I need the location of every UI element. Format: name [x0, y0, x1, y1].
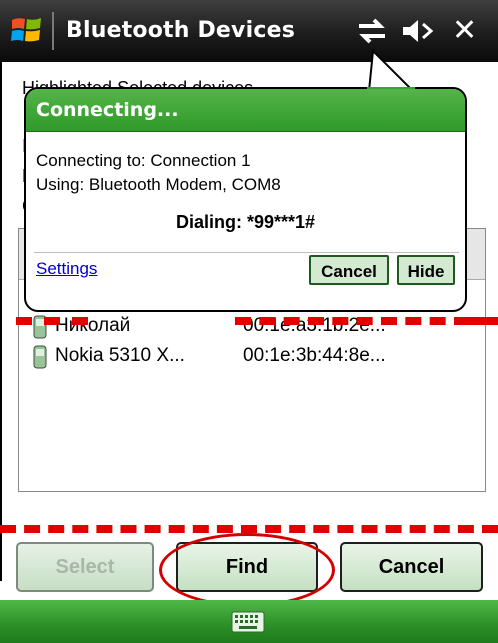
settings-link[interactable]: Settings [36, 259, 97, 279]
phone-icon [33, 345, 47, 369]
annotation-dash-bottom [0, 525, 498, 533]
popup-hide-button[interactable]: Hide [397, 255, 455, 285]
find-button-highlight [159, 533, 335, 607]
connectivity-icon[interactable] [356, 16, 388, 46]
title-separator [52, 12, 54, 50]
using-text: Using: Bluetooth Modem, COM8 [36, 175, 281, 194]
connecting-notification: Connecting... Connecting to: Connection … [24, 49, 467, 312]
connecting-to-text: Connecting to: Connection 1 [36, 151, 251, 170]
title-bar: Bluetooth Devices ✕ [0, 0, 498, 62]
notification-title: Connecting... [36, 99, 179, 121]
notification-divider [34, 252, 459, 253]
device-address: 00:1e:3b:44:8e... [243, 345, 386, 366]
notification-pointer [367, 49, 415, 91]
dialing-text: Dialing: *99***1# [175, 212, 316, 232]
annotation-dash-right [470, 317, 498, 325]
speaker-icon[interactable] [401, 16, 437, 46]
device-name: Nokia 5310 X... [55, 345, 185, 366]
keyboard-icon[interactable] [231, 611, 265, 633]
popup-cancel-button[interactable]: Cancel [309, 255, 389, 285]
list-item[interactable]: Nokia 5310 X... 00:1e:3b:44:8e... [33, 343, 483, 373]
annotation-dash-top-left [16, 317, 88, 325]
close-icon[interactable]: ✕ [452, 13, 477, 48]
windows-start-icon[interactable] [10, 14, 44, 46]
cancel-button[interactable]: Cancel [340, 542, 483, 592]
notification-header: Connecting... [26, 89, 465, 132]
annotation-dash-top [235, 317, 470, 325]
app-title: Bluetooth Devices [66, 18, 295, 43]
select-button[interactable]: Select [16, 542, 154, 592]
